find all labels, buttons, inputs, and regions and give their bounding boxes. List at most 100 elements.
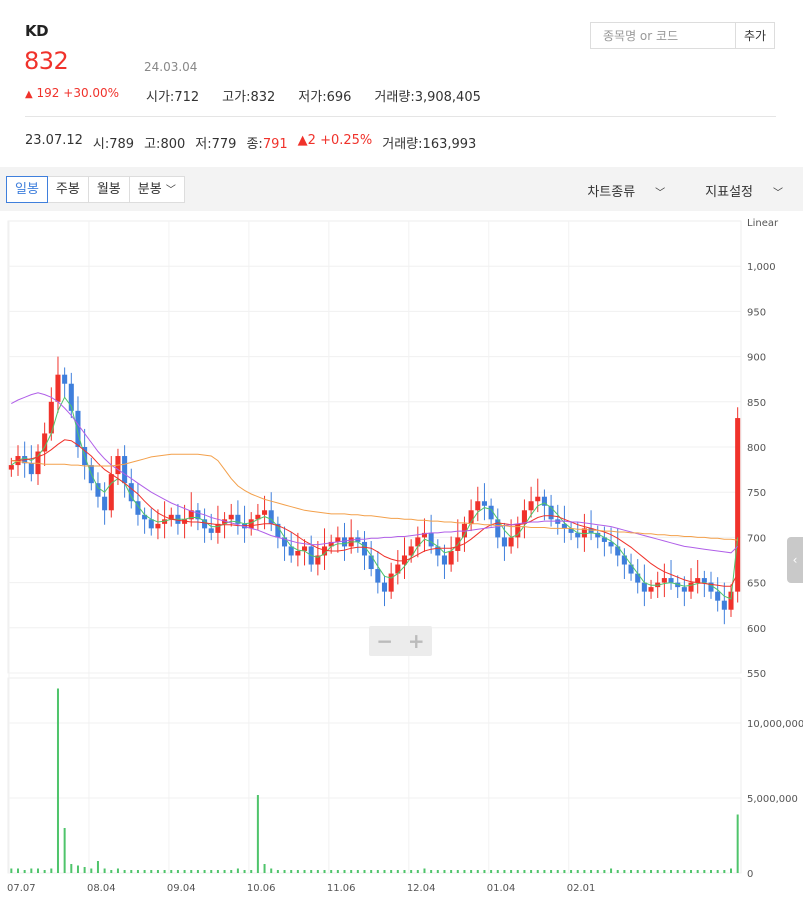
stock-search: 추가 (590, 22, 775, 49)
volume-bar (583, 870, 586, 873)
candle-body (501, 537, 507, 547)
volume-bar (363, 870, 366, 873)
volume-bar (116, 868, 119, 873)
volume-tick-label: 5,000,000 (747, 794, 798, 805)
price-tick-label: 800 (747, 443, 766, 454)
volume-bar (343, 870, 346, 873)
volume-bar (203, 870, 206, 873)
volume-bar (76, 865, 79, 873)
candle-body (661, 578, 667, 583)
candle-body (481, 501, 487, 506)
volume-bar (603, 870, 606, 873)
volume-bar (256, 795, 259, 873)
volume-bar (670, 870, 673, 873)
stat-low: 저가:696 (298, 90, 352, 105)
zoom-controls: − + (369, 626, 432, 656)
price-tick-label: 550 (747, 669, 766, 680)
stat-high: 고가:832 (222, 90, 276, 105)
candle-body (701, 578, 707, 583)
volume-bar (296, 870, 299, 873)
volume-bar (156, 870, 159, 873)
candle-body (681, 587, 687, 592)
stock-name: KD (25, 22, 49, 40)
tab-weekly[interactable]: 주봉 (46, 176, 89, 203)
volume-bar (356, 870, 359, 873)
add-button[interactable]: 추가 (736, 23, 774, 48)
period-tabs: 일봉 주봉 월봉 분봉 ﹀ (6, 176, 185, 203)
candle-body (148, 519, 154, 529)
volume-panel (7, 677, 742, 874)
hover-close: 종:791 (246, 137, 288, 152)
candle-body (381, 582, 388, 592)
volume-bar (663, 870, 666, 873)
volume-bar (523, 870, 526, 873)
volume-bar (330, 870, 333, 873)
candle-body (641, 582, 647, 592)
volume-bar (716, 870, 719, 873)
volume-bar (376, 870, 379, 873)
price-tick-label: 900 (747, 353, 766, 364)
volume-bar (96, 861, 99, 873)
volume-bar (570, 870, 573, 873)
volume-bar (163, 870, 166, 873)
price-chart[interactable]: 1,000 950 900 850 800 750 700 650 600 550 Linear 10… (0, 211, 803, 905)
volume-bar (476, 870, 479, 873)
x-tick-label: 08.04 (87, 883, 116, 894)
price-tick-label: 850 (747, 398, 766, 409)
search-input[interactable] (591, 23, 736, 48)
volume-bar (503, 870, 506, 873)
zoom-out-button[interactable]: − (369, 626, 401, 656)
price-stats: 시가:712 고가:832 저가:696 거래량:3,908,405 (146, 86, 504, 105)
volume-bar (710, 870, 713, 873)
chart-type-dropdown[interactable]: 차트종류 ﹀ (567, 181, 665, 200)
candle-body (448, 550, 454, 565)
volume-bar (143, 870, 146, 873)
scale-label: Linear (747, 218, 779, 229)
volume-bar (23, 870, 26, 873)
candle-body (102, 496, 108, 511)
tab-monthly[interactable]: 월봉 (87, 176, 130, 203)
candle-body (28, 463, 34, 475)
volume-bar (530, 870, 533, 873)
price-tick-label: 600 (747, 624, 766, 635)
volume-bar (310, 870, 313, 873)
candle-body (428, 532, 434, 547)
volume-bar (130, 870, 133, 873)
volume-bar (703, 870, 706, 873)
volume-bar (436, 870, 439, 873)
volume-bar (736, 814, 739, 873)
x-tick-label: 07.07 (7, 883, 36, 894)
volume-bar (396, 870, 399, 873)
volume-tick-label: 10,000,000 (747, 719, 803, 730)
volume-bar (730, 868, 733, 873)
tab-minute[interactable]: 분봉 ﹀ (128, 176, 185, 203)
price-tick-label: 650 (747, 579, 766, 590)
volume-bar (383, 870, 386, 873)
side-panel-handle[interactable]: ‹ (787, 537, 803, 583)
indicator-dropdown[interactable]: 지표설정 ﹀ (685, 181, 783, 200)
candle-body (75, 410, 81, 447)
volume-bar (656, 870, 659, 873)
price-tick-label: 950 (747, 307, 766, 318)
volume-bar (576, 870, 579, 873)
hover-open: 시:789 (92, 137, 135, 152)
candle-body (262, 510, 268, 515)
candle-body (735, 418, 741, 592)
volume-bar (616, 870, 619, 873)
volume-bar (610, 868, 613, 873)
candle-body (715, 591, 721, 601)
volume-bar (210, 870, 213, 873)
x-tick-label: 02.01 (567, 883, 596, 894)
tab-daily[interactable]: 일봉 (6, 176, 48, 203)
zoom-in-button[interactable]: + (401, 626, 433, 656)
candle-body (122, 456, 128, 484)
candle-body (628, 564, 634, 574)
candle-body (615, 546, 621, 556)
volume-bar (110, 870, 113, 873)
change-amount: 192 (36, 86, 60, 100)
chevron-down-icon: ﹀ (773, 188, 783, 199)
volume-bar (183, 870, 186, 873)
volume-bar (390, 870, 393, 873)
x-tick-label: 11.06 (327, 883, 356, 894)
volume-bar (690, 870, 693, 873)
